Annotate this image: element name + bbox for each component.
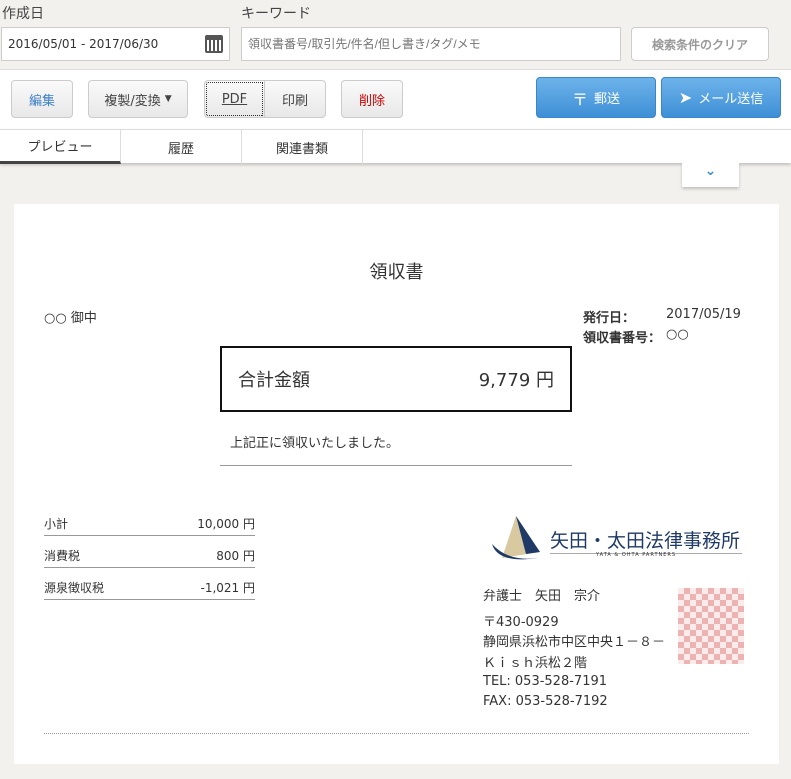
address-line1: 静岡県浜松市中区中央１－８－	[483, 635, 666, 650]
print-button[interactable]: 印刷	[264, 80, 326, 118]
date-label: 作成日	[2, 6, 44, 22]
tab-bar: プレビュー 履歴 関連書類	[0, 129, 791, 164]
address-line2: Ｋｉｓｈ浜松２階	[483, 656, 588, 671]
date-range-value: 2016/05/01 - 2017/06/30	[8, 37, 159, 51]
summary-value: 10,000 円	[197, 517, 255, 531]
total-label: 合計金額	[238, 370, 310, 391]
divider	[44, 733, 749, 734]
fax: FAX: 053-528-7192	[483, 694, 608, 709]
received-text: 上記正に領収いたしました。	[220, 432, 572, 466]
summary-value: -1,021 円	[200, 581, 256, 595]
postal-mark-icon: 〒	[571, 89, 588, 109]
summary-value: 800 円	[216, 549, 255, 563]
caret-down-icon: ▼	[164, 94, 172, 104]
firm-name: 矢田・太田法律事務所	[550, 526, 742, 554]
issue-date-label: 発行日：	[583, 311, 636, 326]
tab-related-docs[interactable]: 関連書類	[242, 130, 363, 164]
tab-history[interactable]: 履歴	[121, 130, 242, 164]
summary-label: 小計	[44, 517, 69, 531]
recipient: ○○ 御中	[44, 311, 97, 326]
total-box: 合計金額 9,779 円	[220, 346, 572, 412]
receipt-number: ○○	[666, 327, 689, 342]
pdf-button[interactable]: PDF	[204, 80, 265, 118]
mail-post-button[interactable]: 〒郵送	[536, 77, 656, 118]
receipt-preview: 領収書 ○○ 御中 発行日： 2017/05/19 領収書番号： ○○ 合計金額…	[14, 204, 779, 764]
summary-label: 消費税	[44, 549, 81, 563]
keyword-input[interactable]	[241, 27, 621, 61]
clear-search-button[interactable]: 検索条件のクリア	[631, 27, 769, 61]
total-value: 9,779 円	[478, 370, 554, 391]
email-send-label: メール送信	[698, 92, 764, 107]
seal-stamp-image	[678, 588, 744, 664]
summary-row: 源泉徴収税 -1,021 円	[44, 579, 255, 600]
email-send-button[interactable]: ➤ メール送信	[661, 77, 781, 118]
chevron-down-icon[interactable]: ⌄	[682, 163, 739, 187]
delete-button[interactable]: 削除	[341, 80, 403, 118]
summary-row: 消費税 800 円	[44, 547, 255, 568]
edit-button[interactable]: 編集	[11, 80, 73, 118]
receipt-number-label: 領収書番号：	[583, 331, 662, 346]
duplicate-convert-button[interactable]: 複製/変換 ▼	[88, 80, 188, 118]
firm-logo-icon	[492, 516, 540, 560]
summary-row: 小計 10,000 円	[44, 515, 255, 536]
keyword-label: キーワード	[241, 6, 311, 22]
paper-plane-icon: ➤	[678, 88, 693, 107]
date-range-input[interactable]: 2016/05/01 - 2017/06/30	[1, 27, 230, 61]
postal-code: 〒430-0929	[483, 615, 559, 630]
mail-post-label: 郵送	[594, 92, 621, 107]
tel: TEL: 053-528-7191	[483, 674, 608, 689]
duplicate-label: 複製/変換	[104, 93, 161, 109]
doc-title: 領収書	[369, 262, 424, 283]
firm-name-en: YATA & OHTA PARTNERS	[596, 552, 677, 558]
lawyer-name: 弁護士 矢田 宗介	[483, 589, 601, 604]
calendar-icon[interactable]	[205, 35, 223, 53]
summary-label: 源泉徴収税	[44, 581, 105, 595]
issue-date: 2017/05/19	[666, 307, 741, 322]
tab-preview[interactable]: プレビュー	[0, 130, 121, 164]
